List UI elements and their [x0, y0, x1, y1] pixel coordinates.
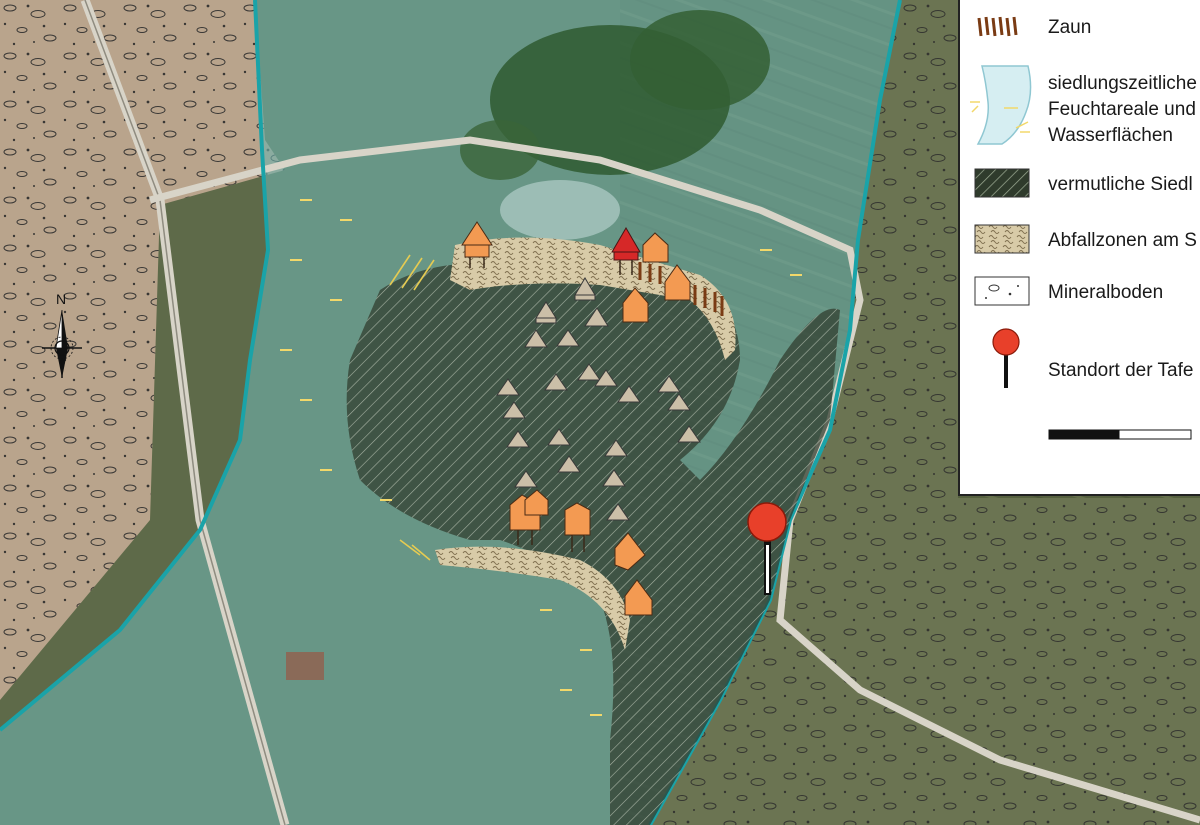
- refuse-zone-icon: [974, 224, 1030, 254]
- mineral-soil-icon: [974, 276, 1030, 306]
- legend-label-fence: Zaun: [1048, 17, 1092, 38]
- legend-label-wetland-2: Feuchtareale und: [1048, 99, 1196, 120]
- map-view[interactable]: N Zaun siedlungszeitliche Feuchtareale u…: [0, 0, 1200, 825]
- legend-label-location: Standort der Tafe: [1048, 360, 1194, 381]
- settlement-hatch-icon: [974, 168, 1030, 198]
- legend-label-wetland-1: siedlungszeitliche: [1048, 73, 1197, 94]
- location-pin-icon: [992, 328, 1020, 388]
- legend-label-refuse: Abfallzonen am S: [1048, 230, 1197, 251]
- fence-icon: [977, 16, 1018, 37]
- legend-label-mineral: Mineralboden: [1048, 282, 1164, 303]
- legend-label-wetland-3: Wasserflächen: [1048, 125, 1173, 146]
- north-label: N: [56, 291, 66, 307]
- wetland-icon: [970, 65, 1032, 145]
- scale-bar: [1048, 429, 1192, 440]
- map-legend: Zaun siedlungszeitliche Feuchtareale und…: [958, 0, 1200, 496]
- legend-label-settlement: vermutliche Siedl: [1048, 174, 1193, 195]
